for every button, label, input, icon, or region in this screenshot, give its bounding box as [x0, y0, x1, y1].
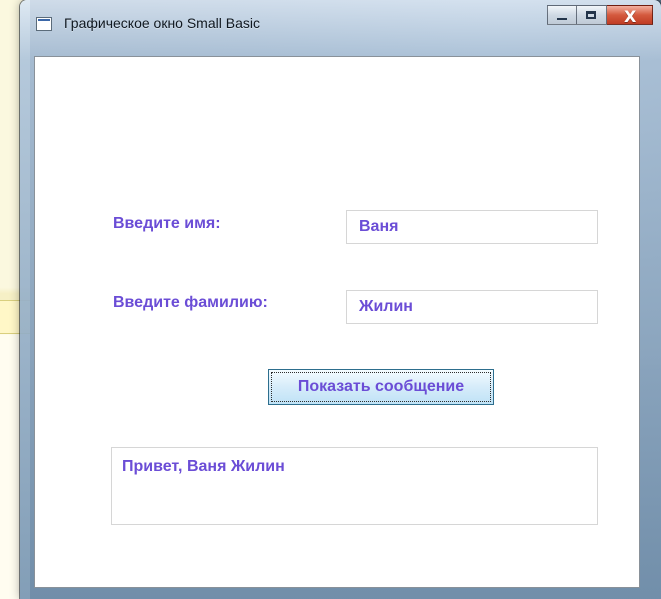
- small-basic-graphics-window: Графическое окно Small Basic X Введите и…: [20, 0, 661, 599]
- maximize-button[interactable]: [577, 5, 607, 25]
- last-name-field[interactable]: Жилин: [346, 290, 598, 324]
- last-name-label: Введите фамилию:: [113, 294, 268, 311]
- message-output-text: Привет, Ваня Жилин: [122, 458, 285, 475]
- window-titlebar[interactable]: Графическое окно Small Basic X: [20, 0, 661, 46]
- app-icon: [36, 17, 52, 31]
- maximize-icon: [586, 11, 596, 19]
- message-output-box[interactable]: Привет, Ваня Жилин: [111, 447, 598, 525]
- window-title: Графическое окно Small Basic: [64, 15, 260, 31]
- window-caption-buttons: X: [547, 5, 653, 31]
- minimize-button[interactable]: [547, 5, 577, 25]
- minimize-icon: [557, 18, 567, 20]
- graphics-canvas: Введите имя: Ваня Введите фамилию: Жилин…: [34, 56, 640, 588]
- close-button[interactable]: X: [607, 5, 653, 26]
- show-message-button[interactable]: Показать сообщение: [268, 369, 494, 405]
- first-name-label: Введите имя:: [113, 215, 221, 232]
- first-name-field[interactable]: Ваня: [346, 210, 598, 244]
- close-icon: X: [624, 7, 637, 26]
